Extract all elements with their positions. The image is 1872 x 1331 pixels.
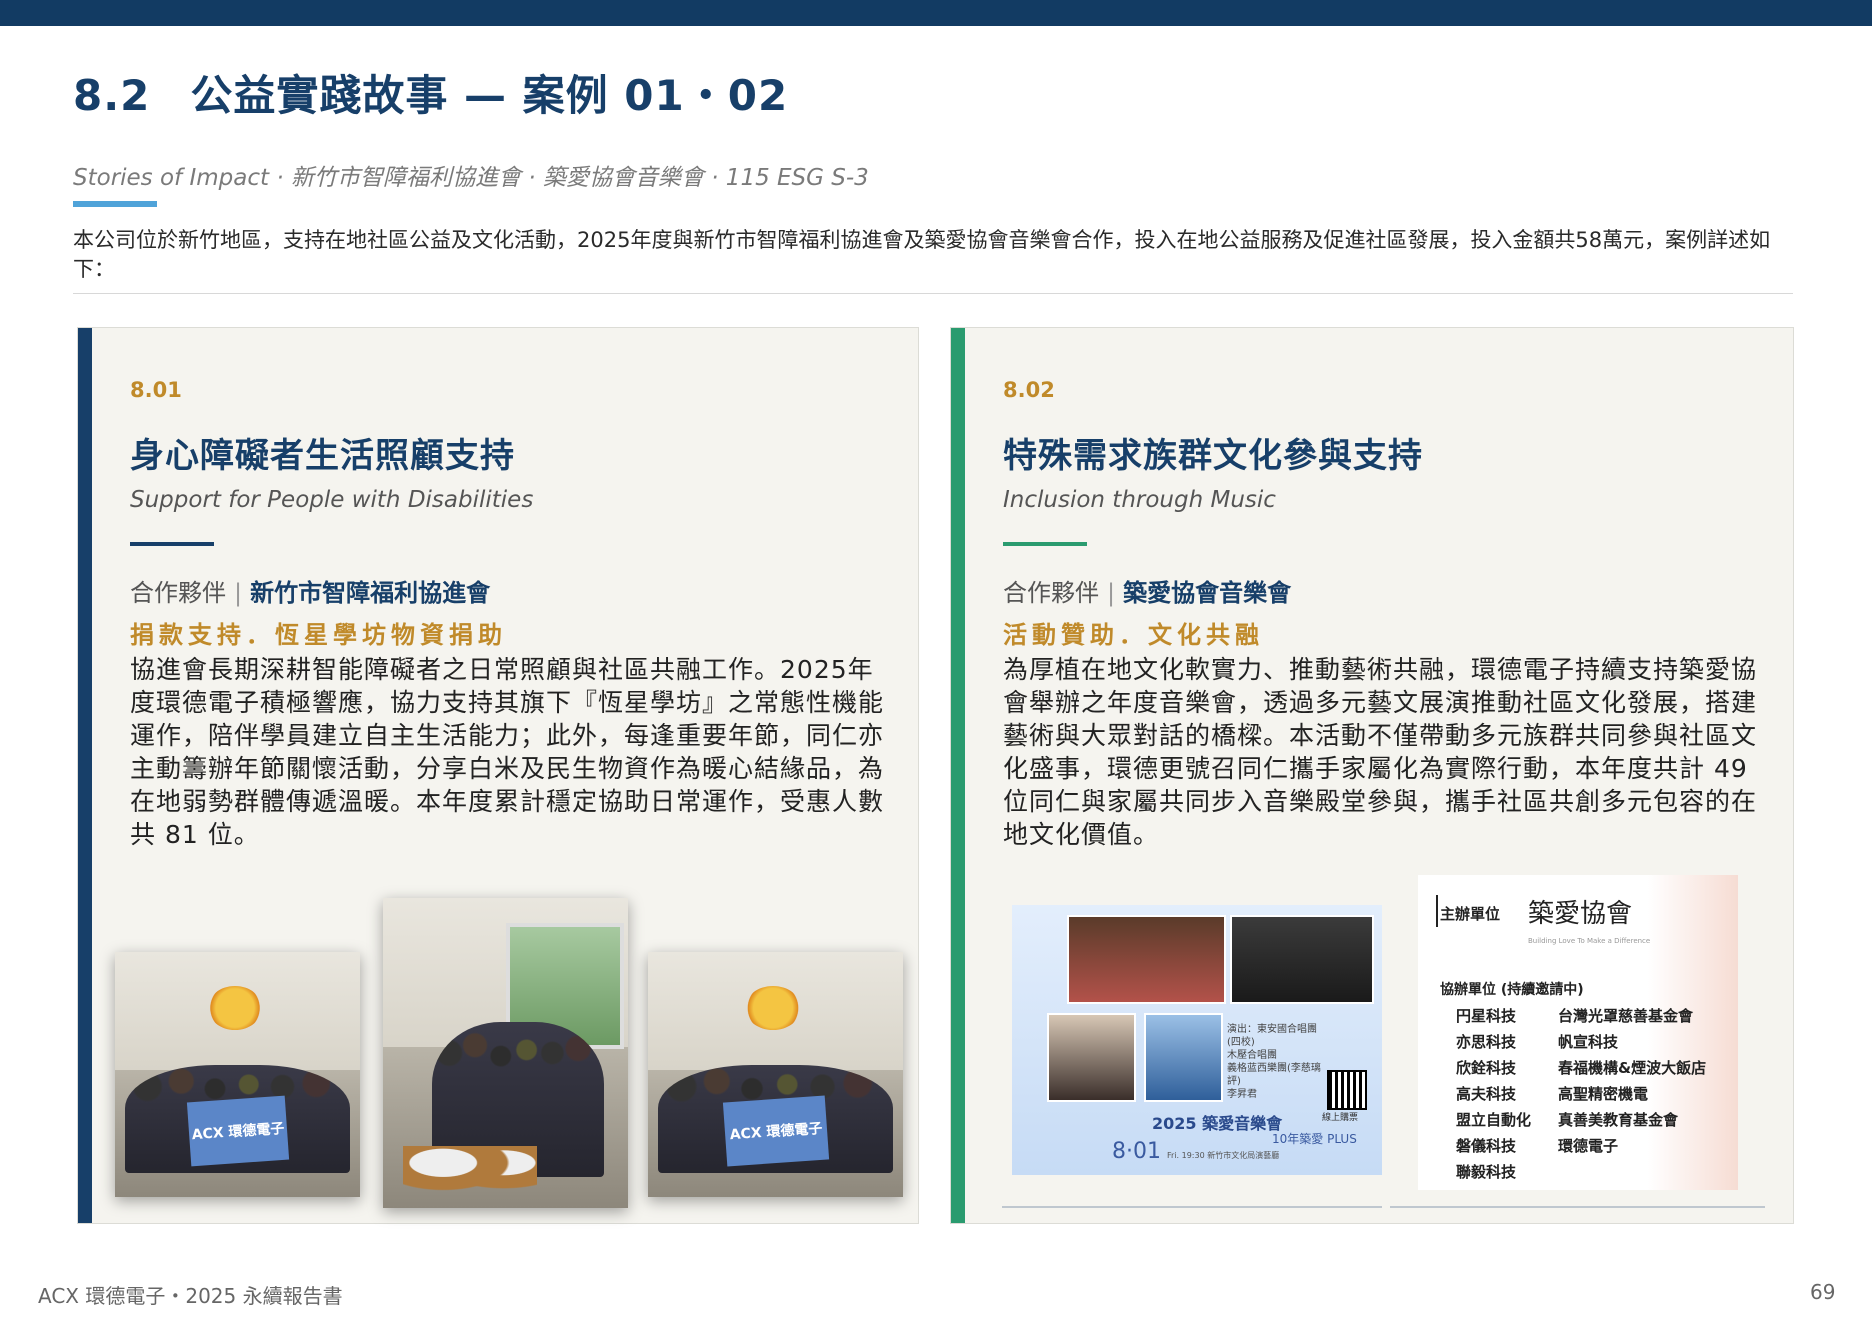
concert-poster: 演出：東安國合唱團(四校) 木壓合唱團 義格蓝西樂團(李慈璃評) 李昇君 線上購票 2…: [1012, 905, 1382, 1175]
co-organizer-label: 協辦單位 (持續邀請中): [1440, 982, 1584, 998]
card-accent-bar: [951, 328, 965, 1223]
list-item: 高聖精密機電: [1558, 1085, 1649, 1103]
list-item: 聯毅科技: [1456, 1163, 1517, 1181]
performers-photo: [1230, 915, 1374, 1004]
list-item: 高夫科技: [1456, 1085, 1517, 1103]
support-tag: 捐款支持．恆星學坊物資捐助: [130, 621, 507, 649]
acx-banner: ACX 環德電子: [722, 1095, 829, 1167]
footer-text: ACX 環德電子・2025 永續報告書: [38, 1284, 343, 1308]
case-underline: [1003, 542, 1087, 546]
host-bar: [1436, 895, 1438, 927]
logo-tagline: Building Love To Make a Difference: [1528, 937, 1651, 945]
host-label: 主辦單位: [1440, 905, 1501, 923]
card-accent-bar: [78, 328, 92, 1223]
list-item: 真善美教育基金會: [1558, 1111, 1679, 1129]
subtitle-underline: [73, 201, 157, 207]
list-item: 環德電子: [1558, 1137, 1619, 1155]
partner-label: 合作夥伴: [1003, 579, 1099, 607]
page-title: 8.2 公益實踐故事 — 案例 01・02: [73, 62, 788, 123]
intro-divider: [73, 293, 1793, 294]
page-number: 69: [1810, 1280, 1836, 1304]
poster-date: 8·01: [1112, 1139, 1161, 1164]
poster-performers: 演出：東安國合唱團(四校) 木壓合唱團 義格蓝西樂團(李慈璃評) 李昇君: [1227, 1024, 1321, 1100]
poster-subtitle: 10年築愛 PLUS: [1272, 1132, 1357, 1146]
case-title: 身心障礙者生活照顧支持: [130, 436, 515, 476]
list-item: 亦思科技: [1456, 1033, 1517, 1051]
card-bottom-rule: [1390, 1206, 1765, 1208]
list-item: 台灣光罩慈善基金會: [1558, 1007, 1694, 1025]
event-photo-1: ACX 環德電子: [115, 952, 360, 1197]
list-item: 磐儀科技: [1456, 1137, 1517, 1155]
partner-label: 合作夥伴: [130, 579, 226, 607]
list-item: 盟立自動化: [1456, 1111, 1532, 1129]
association-logo: 築愛協會: [1528, 899, 1633, 929]
acx-banner: ACX 環德電子: [186, 1095, 289, 1167]
co-organizer-list-2: 台灣光罩慈善基金會 帆宣科技 春福機構&煙波大飯店 高聖精密機電 真善美教育基金…: [1558, 1003, 1706, 1159]
online-ticket-label: 線上購票: [1322, 1113, 1359, 1123]
partner-name: 築愛協會音樂會: [1123, 579, 1292, 607]
card-bottom-rule: [1002, 1206, 1382, 1208]
co-organizer-list-1: 円星科技 亦思科技 欣銓科技 高夫科技 盟立自動化 磐儀科技 聯毅科技: [1456, 1003, 1531, 1185]
poster-venue: Fri. 19:30 新竹市文化局演藝廳: [1167, 1151, 1280, 1160]
list-item: 春福機構&煙波大飯店: [1558, 1059, 1707, 1077]
event-photo-3: ACX 環德電子: [648, 952, 903, 1197]
case-code: 8.02: [1003, 378, 1055, 402]
partner-separator: |: [1107, 579, 1116, 607]
partner-line: 合作夥伴 | 新竹市智障福利協進會: [130, 573, 490, 608]
choir-photo: [1067, 915, 1226, 1004]
case-body: 為厚植在地文化軟實力、推動藝術共融，環德電子持續支持築愛協會舉辦之年度音樂會，透…: [1003, 655, 1758, 849]
sponsor-panel: 主辦單位 築愛協會 Building Love To Make a Differ…: [1418, 875, 1738, 1190]
case-subtitle: Support for People with Disabilities: [130, 487, 534, 513]
event-photo-2: [383, 898, 628, 1208]
performer-portrait-1: [1047, 1013, 1136, 1102]
case-body: 協進會長期深耕智能障礙者之日常照顧與社區共融工作。2025年度環德電子積極響應，…: [130, 655, 885, 849]
performer-portrait-2: [1144, 1013, 1223, 1102]
case-code: 8.01: [130, 378, 182, 402]
qr-code: [1327, 1070, 1367, 1110]
section-number: 8.2: [73, 71, 151, 120]
list-item: 帆宣科技: [1558, 1033, 1619, 1051]
intro-paragraph: 本公司位於新竹地區，支持在地社區公益及文化活動，2025年度與新竹市智障福利協進…: [73, 228, 1771, 281]
section-title: 公益實踐故事 — 案例 01・02: [190, 71, 789, 120]
support-tag: 活動贊助．文化共融: [1003, 621, 1264, 649]
drums: [402, 1146, 538, 1202]
top-banner-bar: [0, 0, 1872, 26]
list-item: 円星科技: [1456, 1007, 1517, 1025]
page-subtitle: Stories of Impact · 新竹市智障福利協進會 · 築愛協會音樂會…: [73, 165, 869, 191]
case-underline: [130, 542, 214, 546]
case-title: 特殊需求族群文化參與支持: [1003, 436, 1423, 476]
partner-line: 合作夥伴 | 築愛協會音樂會: [1003, 573, 1291, 608]
partner-name: 新竹市智障福利協進會: [250, 579, 491, 607]
partner-separator: |: [234, 579, 243, 607]
list-item: 欣銓科技: [1456, 1059, 1517, 1077]
poster-title: 2025 築愛音樂會: [1152, 1114, 1283, 1133]
case-subtitle: Inclusion through Music: [1003, 487, 1276, 513]
